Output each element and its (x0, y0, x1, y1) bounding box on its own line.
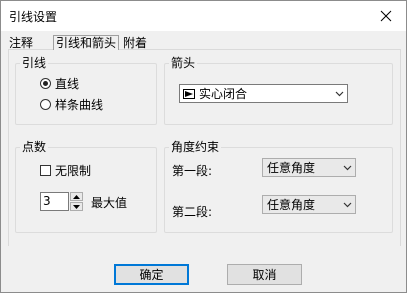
leader-group: 引线 直线 样条曲线 (15, 55, 157, 125)
points-group-title: 点数 (20, 139, 49, 155)
cancel-button[interactable]: 取消 (227, 264, 302, 285)
angle-group-title: 角度约束 (169, 139, 222, 155)
arrowhead-group-title: 箭头 (169, 55, 198, 71)
arrowhead-value: 实心闭合 (199, 87, 248, 101)
max-points-spinner (70, 192, 83, 211)
arrowhead-select[interactable]: 实心闭合 (179, 84, 348, 103)
window-title: 引线设置 (9, 10, 58, 24)
tab-attachment[interactable]: 附着 (121, 36, 149, 50)
second-segment-select[interactable]: 任意角度 (262, 195, 356, 214)
radio-spline-indicator (40, 99, 51, 110)
unlimited-label: 无限制 (55, 164, 92, 178)
radio-spline[interactable]: 样条曲线 (40, 96, 103, 113)
radio-straight[interactable]: 直线 (40, 75, 79, 92)
close-button[interactable] (372, 5, 400, 27)
close-icon (380, 10, 392, 22)
tab-leader-and-arrow[interactable]: 引线和箭头 (53, 35, 120, 50)
first-segment-value: 任意角度 (267, 161, 316, 175)
title-bar: 引线设置 (1, 1, 406, 31)
chevron-down-icon (339, 196, 355, 213)
ok-button[interactable]: 确定 (114, 264, 189, 285)
triangle-down-icon (73, 204, 80, 209)
triangle-up-icon (73, 194, 80, 199)
radio-straight-indicator (40, 78, 51, 89)
arrowhead-group: 箭头 实心闭合 (164, 55, 393, 125)
unlimited-checkbox-box (40, 165, 51, 176)
leader-settings-dialog: 引线设置 注释 引线和箭头 附着 引线 直线 样条曲线 箭头 实心闭合 点数 无… (0, 0, 407, 293)
chevron-down-icon (331, 85, 347, 102)
leader-group-title: 引线 (20, 55, 49, 71)
tab-annotation[interactable]: 注释 (7, 36, 35, 50)
second-segment-value: 任意角度 (267, 198, 316, 212)
spin-down-button[interactable] (70, 202, 83, 211)
tab-panel: 引线 直线 样条曲线 箭头 实心闭合 点数 无限制 3 最大值 角度约束 第一段… (8, 49, 401, 246)
chevron-down-icon (339, 159, 355, 176)
radio-spline-label: 样条曲线 (55, 98, 104, 112)
radio-straight-label: 直线 (55, 77, 80, 91)
points-group: 点数 无限制 3 最大值 (15, 139, 157, 233)
max-value-label: 最大值 (91, 196, 128, 210)
first-segment-select[interactable]: 任意角度 (262, 158, 356, 177)
spin-up-button[interactable] (70, 192, 83, 201)
filled-closed-arrow-icon (180, 88, 195, 99)
unlimited-checkbox[interactable]: 无限制 (40, 162, 91, 179)
first-segment-label: 第一段: (172, 164, 213, 178)
max-points-input[interactable]: 3 (40, 192, 69, 211)
angle-constraint-group: 角度约束 第一段: 任意角度 第二段: 任意角度 (164, 139, 393, 233)
second-segment-label: 第二段: (172, 205, 213, 219)
